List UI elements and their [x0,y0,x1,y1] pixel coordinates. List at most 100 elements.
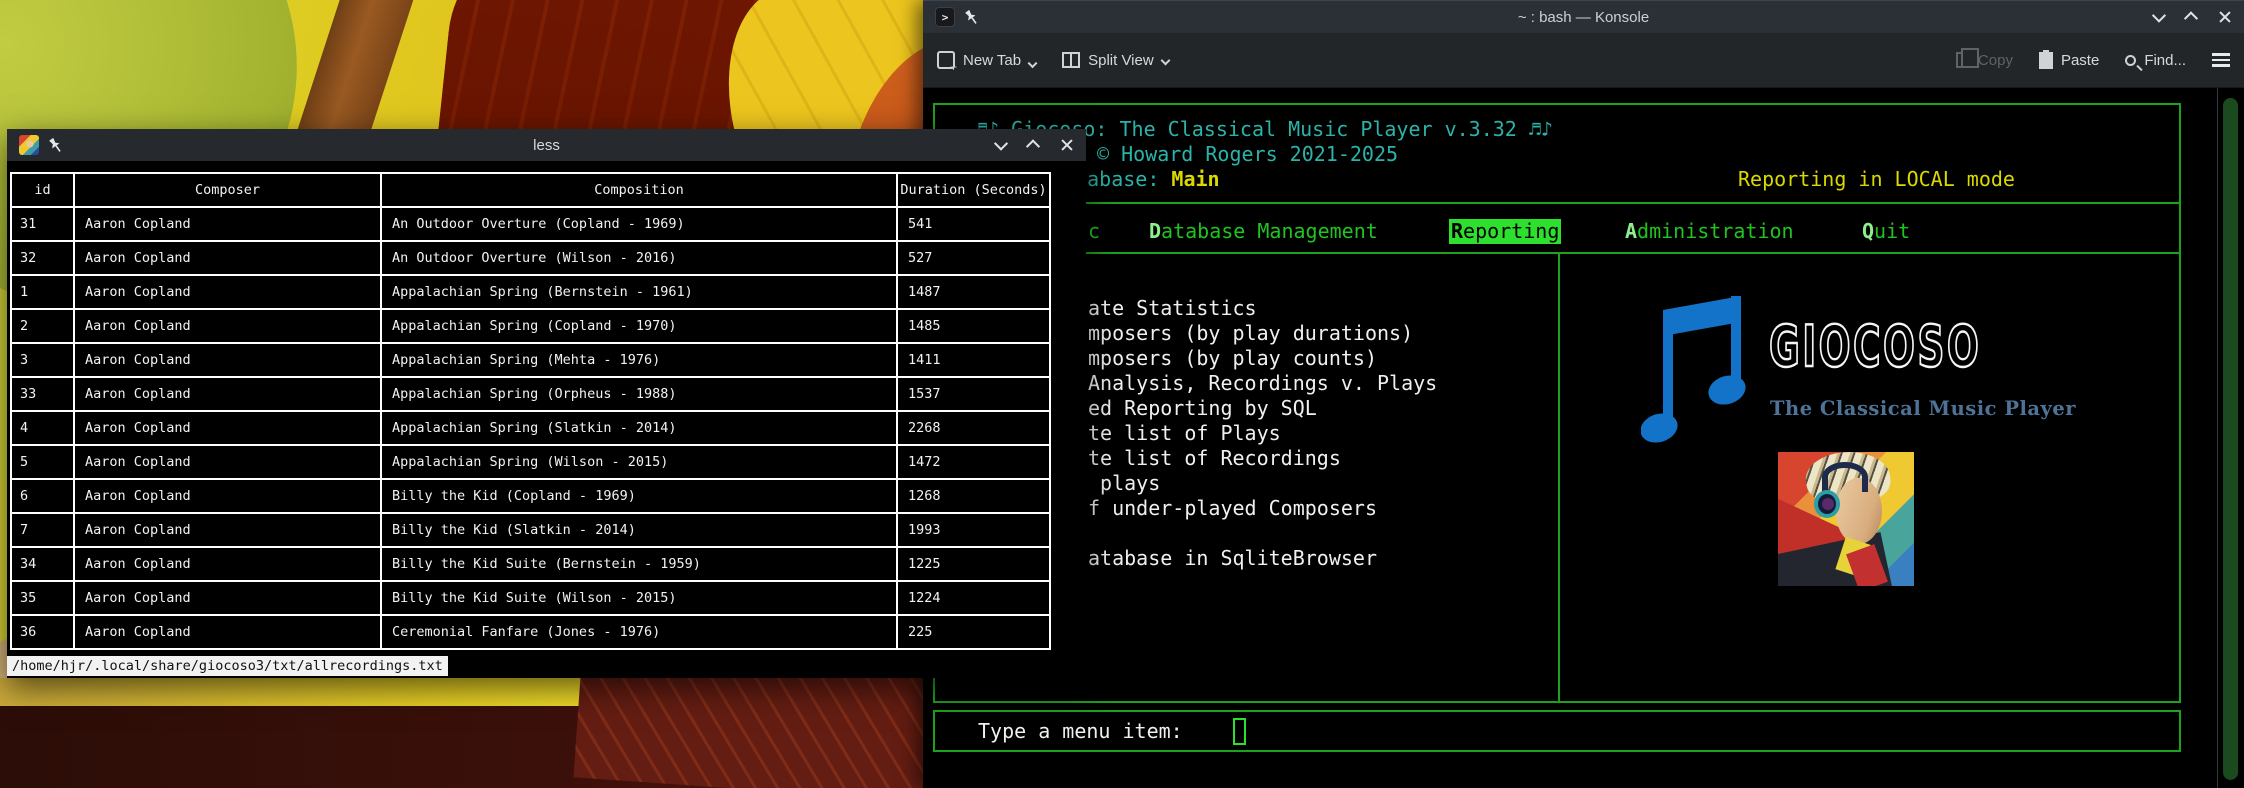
cell-id: 5 [11,445,74,479]
new-tab-icon [937,51,955,69]
giocoso-logo-subtitle: The Classical Music Player [1770,396,2076,421]
cell-composer: Aaron Copland [74,275,381,309]
close-icon[interactable] [2218,10,2232,24]
cell-composer: Aaron Copland [74,479,381,513]
menu-item-fragment[interactable]: Analysis, Recordings v. Plays [1088,371,1437,396]
menu-bar-item-database-management[interactable]: Database Management [1149,219,1378,244]
terminal-viewport[interactable]: ♬♪ Giocoso: The Classical Music Player v… [923,88,2244,788]
giocoso-logo-title: GIOCOSO [1769,332,1981,363]
menu-hotkey: A [1625,219,1637,243]
pin-icon[interactable] [45,134,65,155]
cell-duration: 1487 [897,275,1050,309]
cell-composer: Aaron Copland [74,411,381,445]
menu-item-fragment[interactable]: plays [1088,471,1160,496]
pin-icon[interactable] [961,6,981,27]
cell-composition: Billy the Kid Suite (Bernstein - 1959) [381,547,897,581]
cell-composer: Aaron Copland [74,581,381,615]
cell-id: 36 [11,615,74,649]
minimize-icon[interactable] [994,137,1008,151]
cell-composition: Billy the Kid (Slatkin - 2014) [381,513,897,547]
cell-id: 31 [11,207,74,241]
menu-bar-item-administration[interactable]: Administration [1625,219,1794,244]
menu-item-fragment[interactable]: f under-played Composers [1088,496,1377,521]
menu-item-fragment[interactable]: te list of Plays [1088,421,1281,446]
hamburger-icon [2212,53,2230,67]
menu-item-fragment[interactable]: ed Reporting by SQL [1088,396,1317,421]
split-view-button[interactable]: Split View [1062,52,1169,69]
cell-duration: 2268 [897,411,1050,445]
menu-button[interactable] [2212,53,2230,67]
paste-button[interactable]: Paste [2039,52,2099,69]
maximize-icon[interactable] [1026,139,1040,153]
cell-composer: Aaron Copland [74,343,381,377]
menu-separator-line [933,252,2181,254]
cell-duration: 1537 [897,377,1050,411]
cell-duration: 1472 [897,445,1050,479]
menu-item-fragment[interactable]: atabase in SqliteBrowser [1088,546,1377,571]
text-cursor[interactable] [1233,718,1246,745]
prompt-box[interactable]: Type a menu item: [933,710,2181,752]
cell-id: 3 [11,343,74,377]
window-title: ~ : bash — Konsole [923,9,2244,26]
menu-bar-fragment[interactable]: c [1088,219,1100,244]
table-header-row: idComposerCompositionDuration (Seconds) [11,173,1050,207]
table-row: 31Aaron CoplandAn Outdoor Overture (Copl… [11,207,1050,241]
cell-composer: Aaron Copland [74,207,381,241]
cell-composition: Billy the Kid Suite (Wilson - 2015) [381,581,897,615]
cell-id: 6 [11,479,74,513]
minimize-icon[interactable] [2152,9,2166,23]
cell-duration: 527 [897,241,1050,275]
column-header: id [11,173,74,207]
header-separator-line [933,202,2181,204]
table-row: 32Aaron CoplandAn Outdoor Overture (Wils… [11,241,1050,275]
cell-composition: Appalachian Spring (Copland - 1970) [381,309,897,343]
cell-composition: An Outdoor Overture (Copland - 1969) [381,207,897,241]
find-button[interactable]: Find... [2125,52,2186,69]
new-tab-button[interactable]: New Tab [937,51,1036,69]
menu-hotkey: R [1451,219,1463,243]
less-content[interactable]: idComposerCompositionDuration (Seconds) … [7,161,1086,678]
music-note-icon [1641,296,1753,458]
mode-indicator: Reporting in LOCAL mode [1738,167,2015,192]
menu-item-fragment[interactable]: ate Statistics [1088,296,1257,321]
cell-composition: Appalachian Spring (Wilson - 2015) [381,445,897,479]
cell-composer: Aaron Copland [74,513,381,547]
konsole-titlebar[interactable]: > ~ : bash — Konsole [923,0,2244,33]
menu-bar-item-reporting[interactable]: Reporting [1449,219,1561,244]
column-header: Composition [381,173,897,207]
search-icon [2125,55,2136,66]
maximize-icon[interactable] [2184,11,2198,25]
cell-id: 34 [11,547,74,581]
beethoven-artwork [1778,452,1914,586]
cell-duration: 1485 [897,309,1050,343]
cell-composer: Aaron Copland [74,445,381,479]
table-row: 33Aaron CoplandAppalachian Spring (Orphe… [11,377,1050,411]
cell-composition: Appalachian Spring (Bernstein - 1961) [381,275,897,309]
split-view-label: Split View [1088,52,1154,69]
cell-composition: Appalachian Spring (Slatkin - 2014) [381,411,897,445]
close-icon[interactable] [1060,138,1074,152]
cell-duration: 541 [897,207,1050,241]
table-row: 5Aaron CoplandAppalachian Spring (Wilson… [11,445,1050,479]
scrollbar-thumb[interactable] [2223,98,2238,780]
cell-composer: Aaron Copland [74,547,381,581]
menu-item-fragment[interactable]: te list of Recordings [1088,446,1341,471]
cell-id: 4 [11,411,74,445]
new-tab-label: New Tab [963,52,1021,69]
menu-item-fragment[interactable]: mposers (by play durations) [1088,321,1413,346]
menu-bar-item-quit[interactable]: Quit [1862,219,1910,244]
scrollbar-track-divider [2217,88,2218,788]
cell-id: 33 [11,377,74,411]
less-titlebar[interactable]: less [7,129,1086,161]
menu-item-fragment[interactable]: mposers (by play counts) [1088,346,1377,371]
cell-composer: Aaron Copland [74,377,381,411]
konsole-toolbar: New Tab Split View Copy Paste Find... [923,33,2244,88]
copy-button[interactable]: Copy [1956,52,2013,69]
cell-duration: 225 [897,615,1050,649]
cell-composer: Aaron Copland [74,241,381,275]
cell-duration: 1268 [897,479,1050,513]
status-bar-path: /home/hjr/.local/share/giocoso3/txt/allr… [7,656,448,676]
giocoso-copyright: © Howard Rogers 2021-2025 [1097,142,1398,167]
chevron-down-icon [1028,58,1038,68]
copy-label: Copy [1978,52,2013,69]
